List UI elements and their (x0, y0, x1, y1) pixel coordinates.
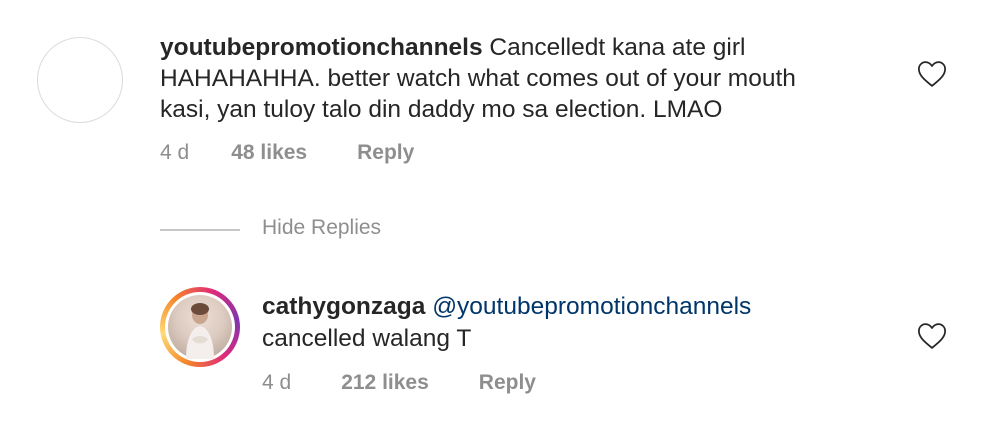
avatar-photo (168, 295, 232, 359)
comment-body-line: cancelled walang T (262, 325, 472, 352)
comment-body-line: kasi, yan tuloy talo din daddy mo sa ele… (160, 96, 723, 123)
likes-count[interactable]: 212 likes (341, 371, 429, 395)
comment-username[interactable]: youtubepromotionchannels (160, 34, 483, 61)
reply-button[interactable]: Reply (357, 141, 414, 165)
comment-meta: 4 d 212 likes Reply (262, 371, 536, 395)
mention-link[interactable]: @youtubepromotionchannels (432, 293, 751, 320)
likes-count[interactable]: 48 likes (231, 141, 307, 165)
heart-outline-icon[interactable] (917, 322, 947, 350)
avatar[interactable] (37, 37, 123, 123)
comment-body-line: Cancelledt kana ate girl (489, 34, 746, 61)
hide-replies-button[interactable]: Hide Replies (262, 216, 381, 240)
replies-divider (160, 229, 240, 231)
comment-text: youtubepromotionchannels Cancelledt kana… (160, 32, 745, 63)
comment-age: 4 d (262, 371, 292, 394)
reply-button[interactable]: Reply (479, 371, 536, 395)
avatar[interactable] (160, 287, 240, 367)
avatar-border (165, 292, 235, 362)
avatar-photo-art (186, 303, 214, 359)
comment-username[interactable]: cathygonzaga (262, 293, 425, 320)
comment-text: cathygonzaga @youtubepromotionchannels (262, 291, 751, 322)
comment-meta: 4 d 48 likes Reply (160, 141, 414, 165)
comment-body-line: HAHAHAHHA. better watch what comes out o… (160, 65, 796, 92)
heart-outline-icon[interactable] (917, 60, 947, 88)
comment-age: 4 d (160, 141, 190, 164)
